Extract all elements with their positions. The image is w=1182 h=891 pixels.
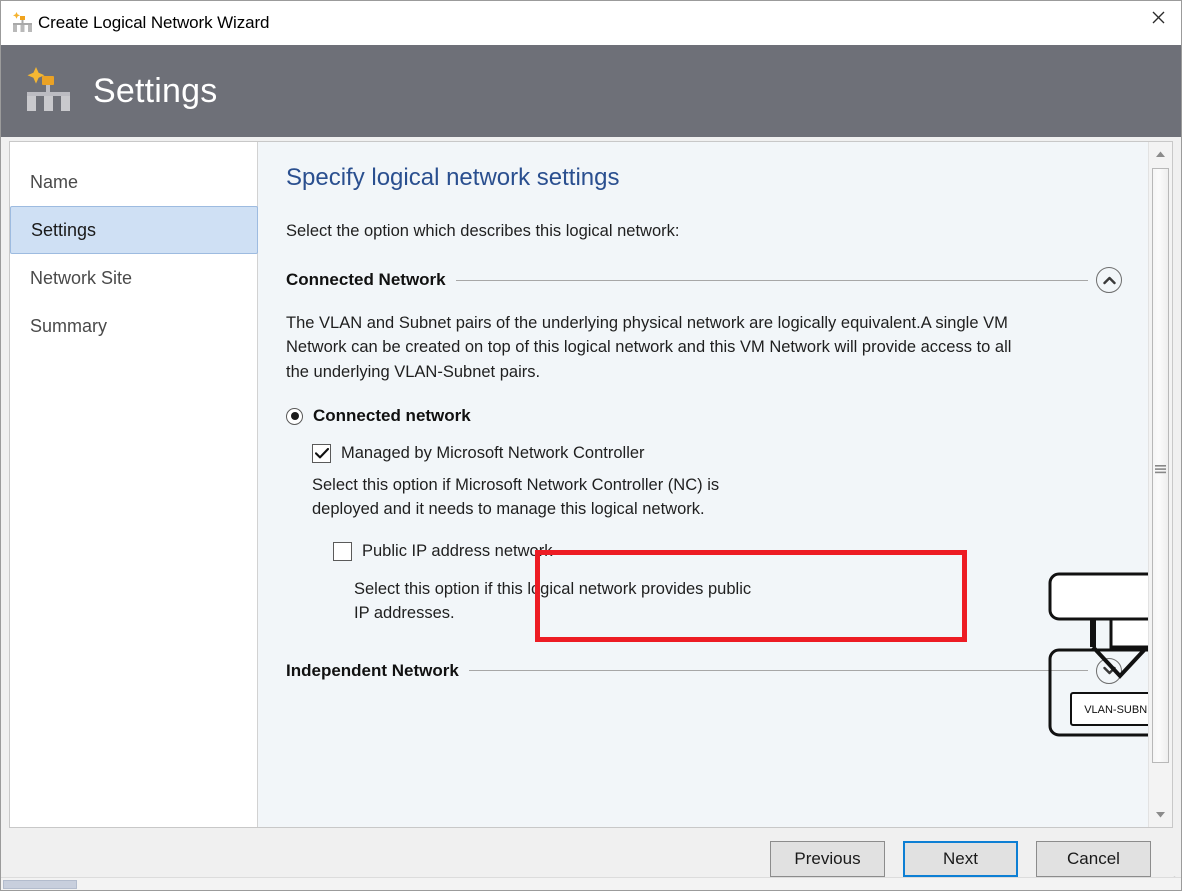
public-ip-checkbox-row[interactable]: Public IP address network [286,542,1122,562]
managed-by-nc-checkbox-row[interactable]: Managed by Microsoft Network Controller [286,444,1122,464]
scrollbar-thumb[interactable] [1152,168,1169,763]
content-heading: Specify logical network settings [286,164,620,191]
main-panel: Specify logical network settings Select … [258,142,1172,827]
sidebar-item-label: Settings [31,219,97,240]
cancel-button[interactable]: Cancel [1036,841,1151,877]
content-lead-text: Select the option which describes this l… [286,222,680,240]
connected-network-radio-label: Connected network [313,406,471,426]
connected-network-description: The VLAN and Subnet pairs of the underly… [286,314,1012,381]
network-wizard-icon [23,65,75,117]
window-title: Create Logical Network Wizard [38,13,270,32]
section-divider [455,279,1088,281]
public-ip-label: Public IP address network [362,542,553,561]
network-wizard-icon [11,11,35,35]
sidebar-item-label: Network Site [30,267,133,288]
independent-network-section-header: Independent Network [286,657,1122,684]
wizard-window: Create Logical Network Wizard Settings N… [0,0,1182,891]
network-topology-diagram: VM Network Logical Network [1047,572,1148,737]
connected-network-radio-row[interactable]: Connected network [286,406,1122,426]
connected-network-section-header: Connected Network [286,267,1122,293]
managed-by-nc-checkbox[interactable] [312,444,331,464]
chevron-up-icon[interactable] [1096,267,1122,293]
managed-by-nc-label: Managed by Microsoft Network Controller [341,444,645,463]
title-bar: Create Logical Network Wizard [1,1,1181,45]
section-title: Independent Network [286,660,459,680]
caret-up-icon[interactable] [1149,142,1172,166]
next-button[interactable]: Next [903,841,1018,877]
vertical-scrollbar[interactable] [1148,142,1172,827]
public-ip-description: Select this option if this logical netwo… [354,580,752,623]
sidebar-item-label: Name [30,171,79,192]
radio-dot-icon [290,412,299,421]
section-divider [468,670,1088,672]
body-area: Name Settings Network Site Summary Speci… [1,137,1181,828]
sidebar-item-name[interactable]: Name [10,158,257,206]
public-ip-checkbox[interactable] [333,542,352,562]
section-title: Connected Network [286,270,446,289]
caret-down-icon[interactable] [1149,803,1172,827]
sidebar-item-label: Summary [30,315,108,336]
connected-network-radio[interactable] [286,407,303,425]
scroll-grip-icon [1155,461,1166,474]
managed-by-nc-description: Select this option if Microsoft Network … [312,476,720,519]
sidebar-item-network-site[interactable]: Network Site [10,254,257,302]
settings-content: Specify logical network settings Select … [258,142,1148,827]
sidebar-item-summary[interactable]: Summary [10,302,257,350]
sidebar-item-settings[interactable]: Settings [10,206,258,254]
close-icon[interactable] [1135,1,1181,33]
page-banner: Settings [1,45,1181,137]
horizontal-scrollbar-thumb[interactable] [3,880,77,889]
page-title: Settings [93,71,218,110]
wizard-steps-sidebar: Name Settings Network Site Summary [10,142,258,827]
scrollbar-track[interactable] [1149,166,1172,803]
horizontal-scrollbar[interactable] [1,877,1181,890]
previous-button[interactable]: Previous [770,841,885,877]
footer-actions: Previous Next Cancel [1,828,1181,890]
vlan-subnet-a-label: VLAN-SUBNET A [1084,704,1148,716]
